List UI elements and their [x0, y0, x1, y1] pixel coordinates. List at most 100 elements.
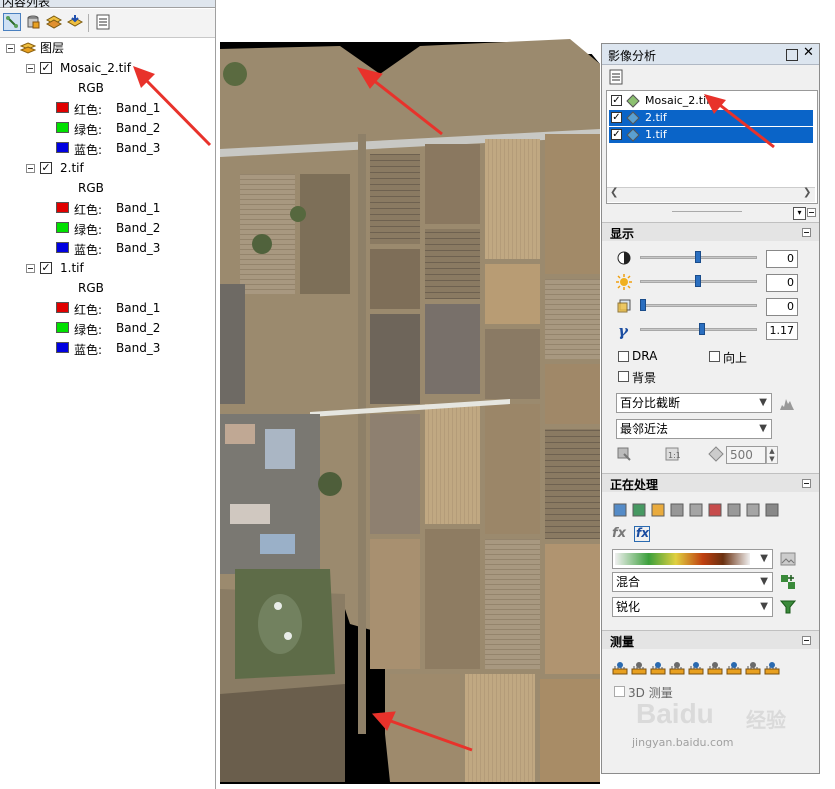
layer-name[interactable]: Mosaic_2.tif [60, 58, 131, 78]
flicker-icon[interactable] [669, 502, 685, 518]
scroll-right-icon[interactable]: ❯ [803, 187, 811, 198]
histogram-icon[interactable] [779, 395, 795, 411]
transparency-icon [616, 298, 632, 314]
sharpen-dropdown[interactable]: 锐化 ▼ [612, 597, 773, 617]
transparency-slider-thumb[interactable] [640, 299, 646, 311]
resampling-dropdown[interactable]: 最邻近法 ▼ [616, 419, 772, 439]
mosaic-icon[interactable] [650, 502, 666, 518]
analysis-layer-checkbox[interactable]: ✓ [611, 95, 622, 106]
layer-expander[interactable] [26, 64, 35, 73]
layer-expander[interactable] [26, 264, 35, 273]
transparency-value[interactable]: 0 [766, 298, 798, 316]
band-color-swatch[interactable] [56, 242, 69, 253]
band-color-swatch[interactable] [56, 122, 69, 133]
measure-point-icon[interactable] [631, 660, 647, 676]
band-color-swatch[interactable] [56, 342, 69, 353]
layer-name[interactable]: 2.tif [60, 158, 84, 178]
band-color-swatch[interactable] [56, 102, 69, 113]
analysis-layer-checkbox[interactable]: ✓ [611, 129, 622, 140]
clip-icon[interactable] [631, 502, 647, 518]
color-ramp-dropdown[interactable]: ▼ [612, 549, 773, 569]
map-view[interactable] [220, 34, 600, 784]
scroll-left-icon[interactable]: ❮ [610, 187, 618, 198]
contrast-slider-thumb[interactable] [695, 251, 701, 263]
transparency-tool-icon[interactable] [745, 502, 761, 518]
collapse-panel-icon[interactable] [807, 208, 816, 217]
gamma-value[interactable]: 1.17 [766, 322, 798, 340]
band-channel-label: 红色: [74, 203, 103, 217]
display-collapse-icon[interactable] [802, 228, 811, 237]
gamma-slider-thumb[interactable] [699, 323, 705, 335]
measure-export-icon[interactable] [707, 660, 723, 676]
function-icon[interactable]: fx [612, 526, 628, 542]
measure-clear-icon[interactable] [745, 660, 761, 676]
options-icon[interactable] [94, 13, 112, 31]
resampling-value: 最邻近法 [620, 422, 669, 436]
transparency-slider-track[interactable] [640, 304, 757, 307]
contrast-value[interactable]: 0 [766, 250, 798, 268]
options-icon[interactable] [608, 69, 624, 85]
band-color-swatch[interactable] [56, 142, 69, 153]
filter-icon[interactable] [779, 599, 797, 615]
processing-section-header[interactable]: 正在处理 [602, 473, 819, 492]
brightness-value[interactable]: 0 [766, 274, 798, 292]
zoom-native-icon[interactable]: 1:1 [664, 446, 681, 462]
north-up-checkbox[interactable] [709, 351, 720, 362]
brightness-slider-thumb[interactable] [695, 275, 701, 287]
orthomosaic-image [220, 34, 600, 784]
measure-3d-checkbox[interactable] [614, 686, 625, 697]
watermark-brand: Baidu [636, 698, 714, 729]
list-by-source-icon[interactable] [24, 13, 42, 31]
stack-icon[interactable] [726, 502, 742, 518]
analysis-layer-row[interactable]: ✓ Mosaic_2.tif [609, 93, 710, 109]
background-checkbox[interactable] [618, 371, 629, 382]
measure-collapse-icon[interactable] [802, 636, 811, 645]
layer-expander[interactable] [26, 164, 35, 173]
measure-distance-icon[interactable] [612, 660, 628, 676]
list-by-drawing-order-icon[interactable] [3, 13, 21, 31]
list-by-selection-icon[interactable] [66, 13, 84, 31]
scale-spinner[interactable]: ▲ ▼ [766, 446, 778, 464]
measure-height-icon[interactable] [650, 660, 666, 676]
dra-checkbox[interactable] [618, 351, 629, 362]
swipe-icon[interactable] [612, 502, 628, 518]
brightness-icon [616, 274, 632, 290]
blend-dropdown[interactable]: 混合 ▼ [612, 572, 773, 592]
root-expander[interactable] [6, 44, 15, 53]
render-icon[interactable] [707, 502, 723, 518]
measure-edit-icon[interactable] [726, 660, 742, 676]
zoom-to-layer-icon[interactable] [616, 446, 632, 462]
stretch-dropdown[interactable]: 百分比截断 ▼ [616, 393, 772, 413]
display-section-header[interactable]: 显示 [602, 222, 819, 241]
scale-input[interactable]: 500 [726, 446, 766, 464]
horizontal-scrollbar[interactable]: ❮ ❯ [607, 187, 815, 202]
export-icon[interactable] [688, 502, 704, 518]
band-color-swatch[interactable] [56, 322, 69, 333]
close-icon[interactable]: ✕ [803, 45, 814, 60]
measure-table-icon[interactable] [688, 660, 704, 676]
layer-visibility-checkbox[interactable]: ✓ [40, 62, 52, 74]
band-color-swatch[interactable] [56, 302, 69, 313]
list-by-visibility-icon[interactable] [45, 13, 63, 31]
image-preview-icon[interactable] [780, 551, 796, 567]
gamma-icon: γ [618, 322, 628, 340]
collapse-all-icon[interactable]: ▾ [793, 207, 806, 220]
analysis-layer-checkbox[interactable]: ✓ [611, 112, 622, 123]
band-color-swatch[interactable] [56, 202, 69, 213]
measure-window-icon[interactable] [764, 660, 780, 676]
measure-section-header[interactable]: 测量 [602, 630, 819, 649]
band-color-swatch[interactable] [56, 222, 69, 233]
layer-name[interactable]: 1.tif [60, 258, 84, 278]
root-layers-label[interactable]: 图层 [40, 38, 64, 58]
measure-ruler-icon[interactable] [669, 660, 685, 676]
add-to-map-icon[interactable] [780, 574, 796, 590]
maximize-icon[interactable] [786, 49, 798, 61]
save-icon[interactable] [764, 502, 780, 518]
splitter[interactable] [672, 211, 742, 212]
scale-icon[interactable] [708, 446, 724, 462]
band-name-label: Band_2 [116, 221, 161, 235]
function-editor-icon[interactable]: fx [634, 526, 650, 542]
layer-visibility-checkbox[interactable]: ✓ [40, 162, 52, 174]
processing-collapse-icon[interactable] [802, 479, 811, 488]
layer-visibility-checkbox[interactable]: ✓ [40, 262, 52, 274]
